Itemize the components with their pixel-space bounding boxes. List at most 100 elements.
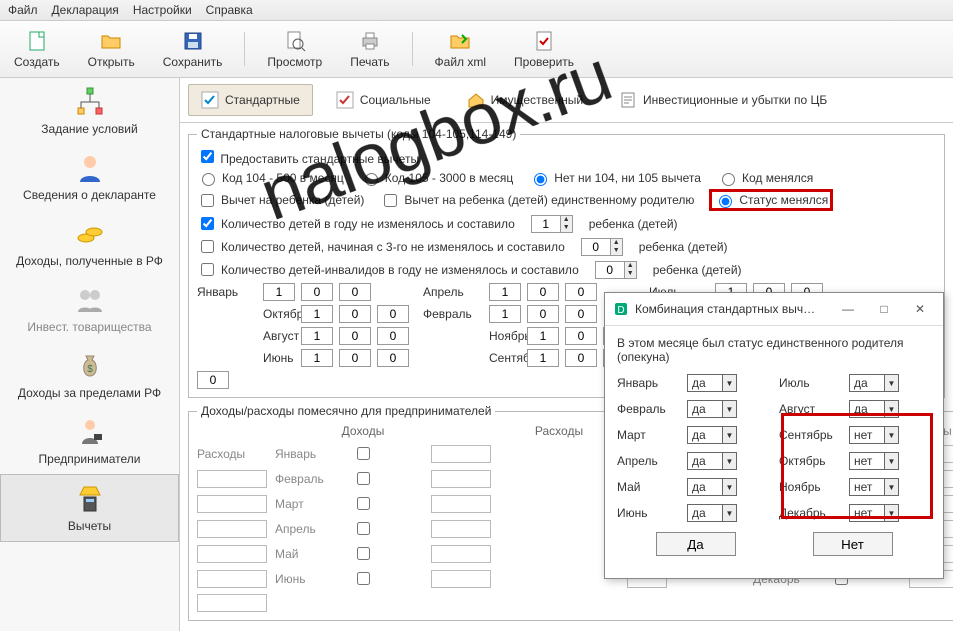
house-icon <box>467 91 485 109</box>
dialog-yes-button[interactable]: Да <box>656 532 736 556</box>
month-value-input[interactable] <box>527 327 559 345</box>
sidebar-declarant[interactable]: Сведения о декларанте <box>0 144 179 210</box>
tab-social[interactable]: Социальные <box>323 84 444 116</box>
month-value-input[interactable] <box>197 371 229 389</box>
radio-code-none[interactable]: Нет ни 104, ни 105 вычета <box>529 170 701 186</box>
spin-count3[interactable]: ▲▼ <box>595 261 637 279</box>
month-value-input[interactable] <box>339 305 371 323</box>
ie-income-input[interactable] <box>431 495 491 513</box>
cb-child[interactable]: Вычет на ребенка (детей) <box>197 191 364 210</box>
sidebar-income-out[interactable]: $ Доходы за пределами РФ <box>0 342 179 408</box>
month-value-input[interactable] <box>565 283 597 301</box>
dialog-no-button[interactable]: Нет <box>813 532 893 556</box>
ie-expense-input[interactable] <box>197 520 267 538</box>
month-value-input[interactable] <box>565 305 597 323</box>
month-value-input[interactable] <box>527 283 559 301</box>
dlg-month-select[interactable]: да▼ <box>687 374 737 392</box>
spin-count1[interactable]: ▲▼ <box>531 215 573 233</box>
tab-label: Инвестиционные и убытки по ЦБ <box>643 93 827 107</box>
ie-month-cb[interactable] <box>307 522 420 535</box>
cb-count3[interactable]: Количество детей-инвалидов в году не изм… <box>197 260 579 279</box>
menu-file[interactable]: Файл <box>8 3 38 17</box>
month-value-input[interactable] <box>263 283 295 301</box>
ie-month-cb[interactable] <box>307 497 420 510</box>
dlg-month-select[interactable]: да▼ <box>687 426 737 444</box>
month-value-input[interactable] <box>527 305 559 323</box>
radio-code104[interactable]: Код 104 - 500 в месяц <box>197 170 344 186</box>
menu-declaration[interactable]: Декларация <box>52 3 119 17</box>
ie-income-input[interactable] <box>431 545 491 563</box>
dlg-month-select[interactable]: да▼ <box>687 452 737 470</box>
tb-preview[interactable]: Просмотр <box>261 27 328 71</box>
radio-code105[interactable]: Код 105 - 3000 в месяц <box>360 170 513 186</box>
ie-month-cb[interactable] <box>307 547 420 560</box>
dlg-month-select[interactable]: да▼ <box>849 374 899 392</box>
tb-xml[interactable]: Файл xml <box>429 27 493 71</box>
dlg-month-select[interactable]: да▼ <box>687 478 737 496</box>
ie-income-input[interactable] <box>431 520 491 538</box>
ie-expense-input[interactable] <box>197 594 267 612</box>
month-value-input[interactable] <box>489 305 521 323</box>
close-icon[interactable]: ✕ <box>905 299 935 319</box>
ie-income-input[interactable] <box>431 570 491 588</box>
month-value-input[interactable] <box>301 283 333 301</box>
maximize-icon[interactable]: □ <box>869 299 899 319</box>
dlg-month-select[interactable]: да▼ <box>849 400 899 418</box>
sidebar-deductions[interactable]: Вычеты <box>0 474 179 542</box>
month-value-input[interactable] <box>301 305 333 323</box>
radio-code-changed[interactable]: Код менялся <box>717 170 813 186</box>
dlg-month-select[interactable]: нет▼ <box>849 478 899 496</box>
ie-expense-input[interactable] <box>197 470 267 488</box>
tab-standard[interactable]: Стандартные <box>188 84 313 116</box>
dialog-titlebar[interactable]: D Комбинация стандартных выч… — □ ✕ <box>605 293 943 326</box>
ie-expense-input[interactable] <box>197 570 267 588</box>
spin-count2[interactable]: ▲▼ <box>581 238 623 256</box>
tb-open[interactable]: Открыть <box>82 27 141 71</box>
month-value-input[interactable] <box>339 283 371 301</box>
tab-property[interactable]: Имущественный <box>454 84 596 116</box>
month-value-input[interactable] <box>377 327 409 345</box>
ie-month-cb[interactable] <box>307 472 420 485</box>
month-value-input[interactable] <box>527 349 559 367</box>
month-value-input[interactable] <box>301 349 333 367</box>
cb-count1[interactable]: Количество детей в году не изменялось и … <box>197 214 515 233</box>
ie-month-cb[interactable] <box>307 572 420 585</box>
month-value-input[interactable] <box>377 349 409 367</box>
sidebar-entrepreneurs[interactable]: Предприниматели <box>0 408 179 474</box>
file-new-icon <box>25 29 49 53</box>
tb-print[interactable]: Печать <box>344 27 395 71</box>
sidebar-income-rf[interactable]: Доходы, полученные в РФ <box>0 210 179 276</box>
month-value-input[interactable] <box>301 327 333 345</box>
tb-new[interactable]: Создать <box>8 27 66 71</box>
dlg-month-select[interactable]: нет▼ <box>849 504 899 522</box>
provide-checkbox[interactable]: Предоставить стандартные вычеты <box>197 152 419 166</box>
cb-count2[interactable]: Количество детей, начиная с 3-го не изме… <box>197 237 565 256</box>
menu-settings[interactable]: Настройки <box>133 3 192 17</box>
month-value-input[interactable] <box>565 327 597 345</box>
month-value-input[interactable] <box>489 283 521 301</box>
ie-month-cb[interactable] <box>307 447 420 460</box>
tb-save[interactable]: Сохранить <box>157 27 229 71</box>
sidebar-invest[interactable]: Инвест. товарищества <box>0 276 179 342</box>
dlg-month-select[interactable]: нет▼ <box>849 426 899 444</box>
minimize-icon[interactable]: — <box>833 299 863 319</box>
ie-income-input[interactable] <box>431 445 491 463</box>
tb-check[interactable]: Проверить <box>508 27 580 71</box>
radio-status-changed[interactable]: Статус менялся <box>710 190 832 210</box>
month-value-input[interactable] <box>339 349 371 367</box>
ie-expense-input[interactable] <box>197 545 267 563</box>
sidebar-conditions[interactable]: Задание условий <box>0 78 179 144</box>
provide-cb-input[interactable] <box>201 150 214 163</box>
dlg-month-select[interactable]: нет▼ <box>849 452 899 470</box>
ie-month-label: Май <box>275 547 295 561</box>
month-value-input[interactable] <box>339 327 371 345</box>
month-value-input[interactable] <box>565 349 597 367</box>
dlg-month-select[interactable]: да▼ <box>687 504 737 522</box>
ie-income-input[interactable] <box>431 470 491 488</box>
tab-invest-loss[interactable]: Инвестиционные и убытки по ЦБ <box>606 84 840 116</box>
cb-single-parent[interactable]: Вычет на ребенка (детей) единственному р… <box>380 191 694 210</box>
menu-help[interactable]: Справка <box>206 3 253 17</box>
dlg-month-select[interactable]: да▼ <box>687 400 737 418</box>
month-value-input[interactable] <box>377 305 409 323</box>
ie-expense-input[interactable] <box>197 495 267 513</box>
